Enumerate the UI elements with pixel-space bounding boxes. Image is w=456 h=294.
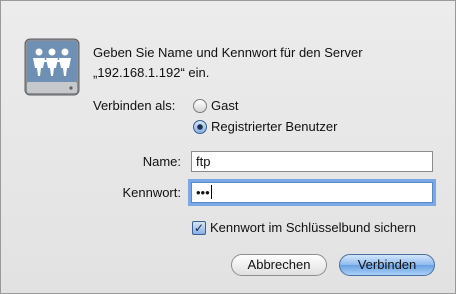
server-login-dialog: Geben Sie Name und Kennwort für den Serv… [0,0,456,294]
name-label: Name: [142,154,181,169]
keychain-checkbox-label[interactable]: Kennwort im Schlüsselbund sichern [210,220,416,235]
radio-registered-user[interactable] [193,120,207,134]
connect-as-label: Verbinden als: [93,98,176,113]
password-label: Kennwort: [122,185,181,200]
radio-guest-label[interactable]: Gast [211,98,238,113]
radio-registered-user-label[interactable]: Registrierter Benutzer [211,119,337,134]
prompt-line-1: Geben Sie Name und Kennwort für den Serv… [93,45,363,60]
name-field[interactable]: ftp [191,151,433,172]
password-field-value: ••• [196,185,210,200]
name-field-value: ftp [196,154,211,169]
login-prompt: Geben Sie Name und Kennwort für den Serv… [93,43,433,83]
cancel-button[interactable]: Abbrechen [231,254,327,276]
text-caret [210,185,212,199]
keychain-checkbox[interactable]: ✓ [192,221,206,235]
password-field[interactable]: ••• [191,182,433,203]
checkmark-icon: ✓ [193,221,205,235]
shared-server-icon [24,38,80,96]
prompt-line-2: „192.168.1.192“ ein. [93,65,210,80]
radio-guest[interactable] [193,99,207,113]
connect-button[interactable]: Verbinden [339,254,435,276]
